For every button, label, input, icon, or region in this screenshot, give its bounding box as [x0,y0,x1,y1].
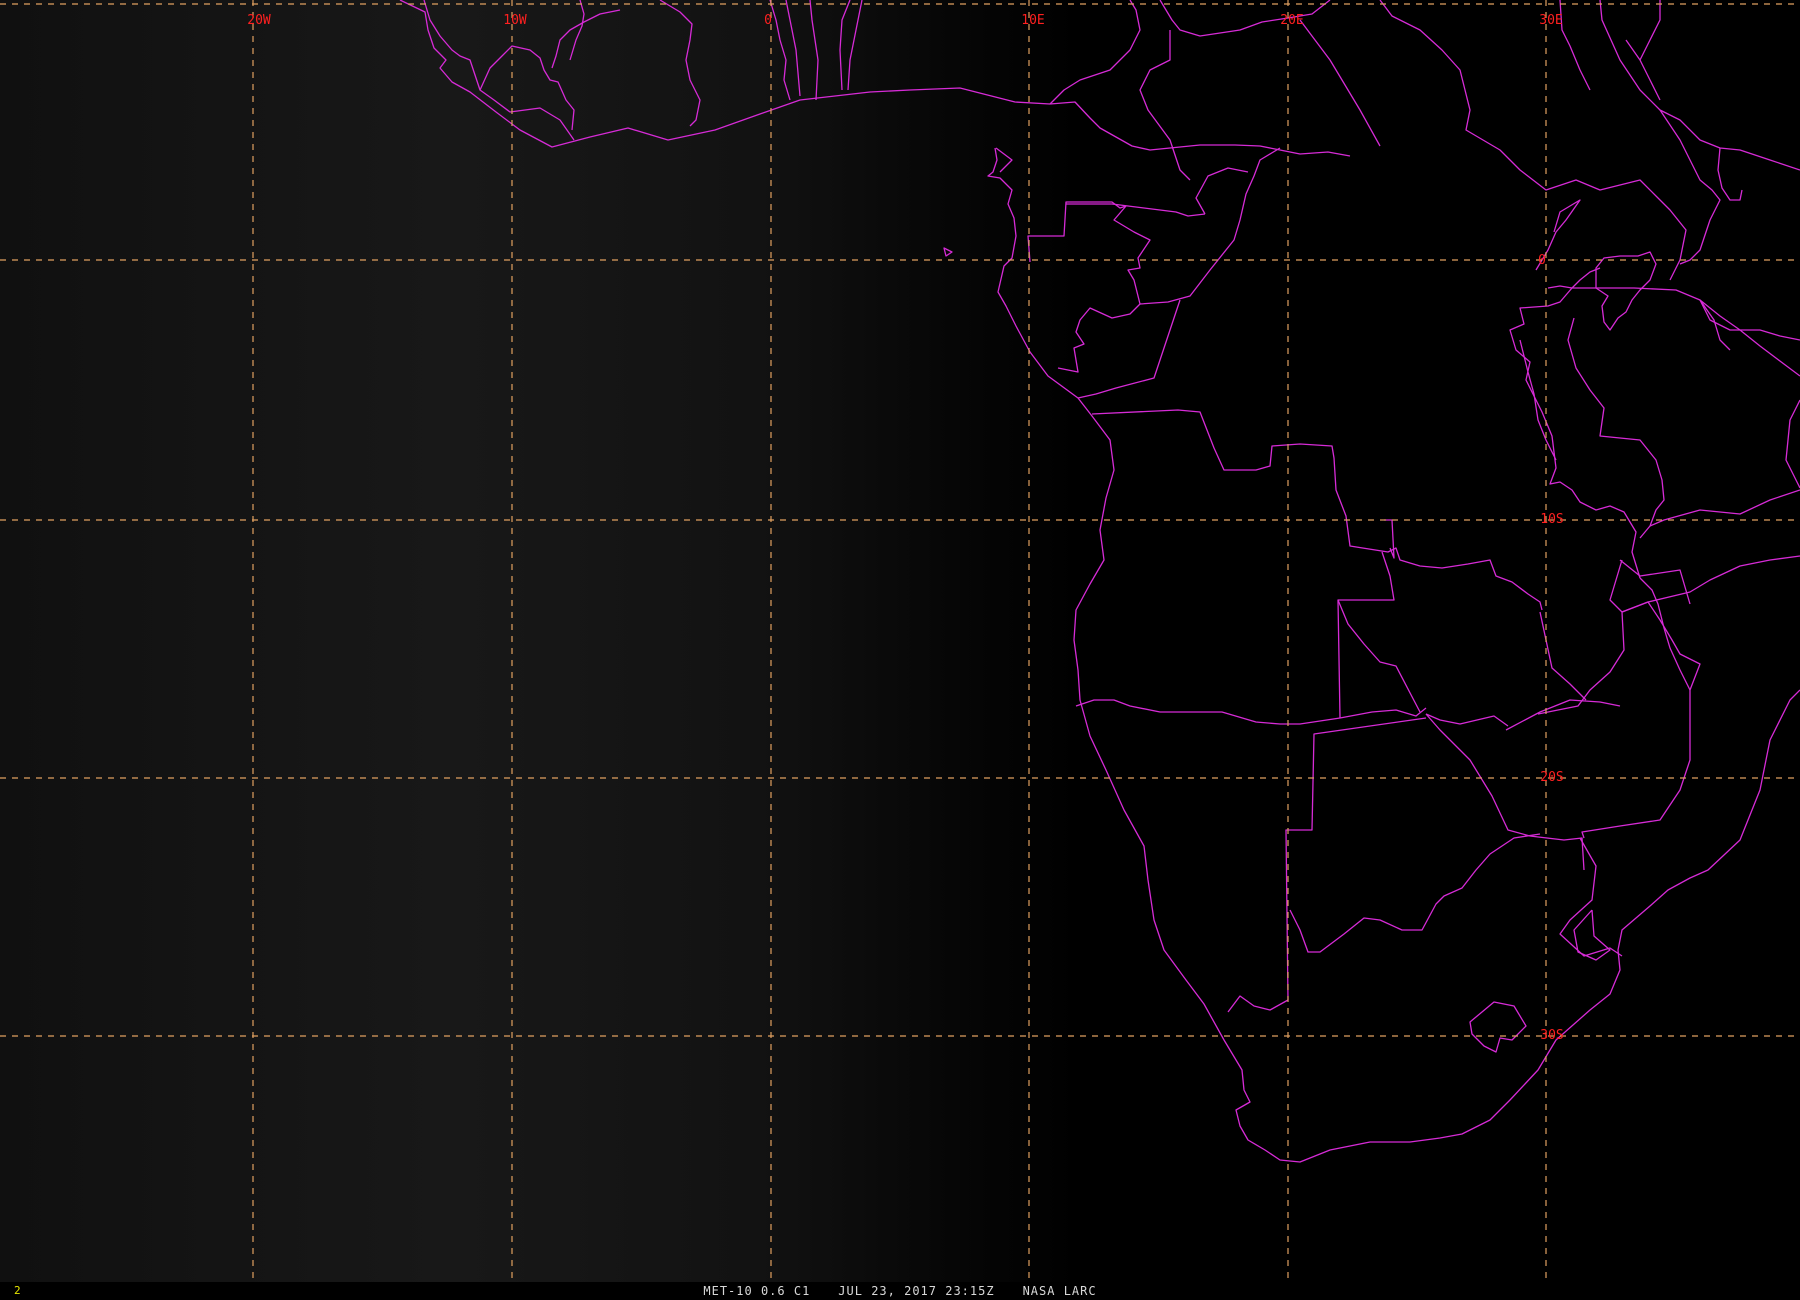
lat-label-0: 0 [1538,253,1546,268]
lon-label-0: 0 [764,13,772,28]
night-shading [0,0,1800,1282]
lat-label-10s: 10S [1540,512,1563,527]
satellite-map: 20W 10W 0 10E 20E 30E 0 10S 20S 30S [0,0,1800,1282]
lon-label-10e: 10E [1021,13,1044,28]
satellite-band: MET-10 0.6 C1 [703,1284,811,1298]
image-source: NASA LARC [1022,1284,1097,1298]
image-caption: MET-10 0.6 C1 JUL 23, 2017 23:15Z NASA LAR… [0,1284,1800,1298]
lon-label-30e: 30E [1539,13,1562,28]
lon-label-10w: 10W [503,13,527,28]
image-datetime: JUL 23, 2017 23:15Z [838,1284,995,1298]
lon-label-20w: 20W [247,13,271,28]
lon-label-20e: 20E [1280,13,1303,28]
status-bar: 2 MET-10 0.6 C1 JUL 23, 2017 23:15Z NASA L… [0,1282,1800,1300]
lat-label-20s: 20S [1540,770,1563,785]
lat-label-30s: 30S [1540,1028,1563,1043]
